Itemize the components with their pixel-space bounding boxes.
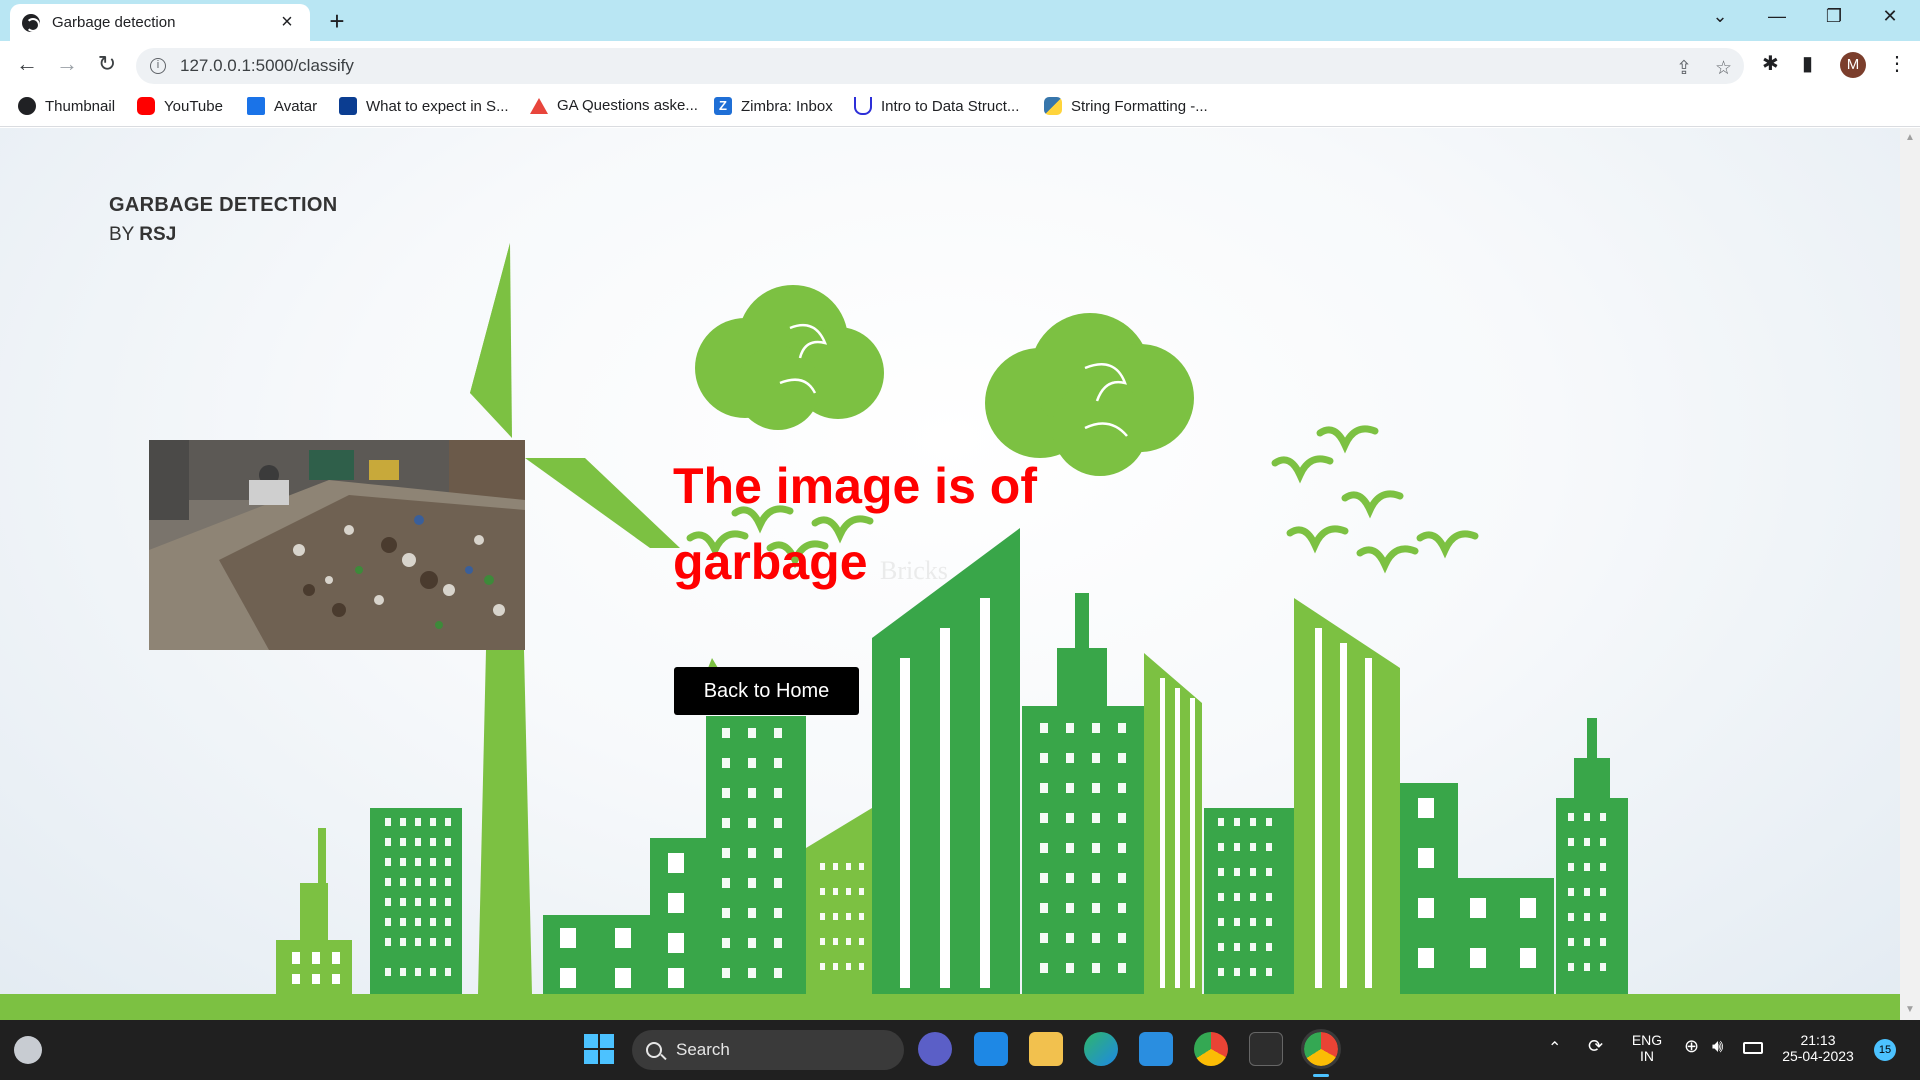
close-window-button[interactable]: ✕ xyxy=(1870,6,1910,27)
restore-button[interactable]: ❐ xyxy=(1814,6,1854,27)
bookmark-label: Thumbnail xyxy=(45,97,116,115)
watermark-text: Bricks xyxy=(880,556,948,585)
scroll-up-icon[interactable]: ▲ xyxy=(1905,132,1915,143)
page-content: GARBAGE DETECTION BY RSJ The image is of… xyxy=(0,128,1900,1020)
extensions-icon[interactable]: ✱ xyxy=(1762,51,1779,76)
vscode-icon[interactable] xyxy=(1139,1032,1173,1066)
globe-icon xyxy=(18,97,36,115)
site-info-icon[interactable]: i xyxy=(150,58,166,74)
brand-title: GARBAGE DETECTION xyxy=(109,194,338,216)
chrome-profile-icon[interactable] xyxy=(1301,1029,1341,1069)
share-icon[interactable]: ⇪ xyxy=(1676,57,1692,80)
os-taskbar: Search ⌃ ⟳ ENG IN ⊕ 🔊︎ 21:13 25-04-2023 xyxy=(0,1020,1920,1080)
bookmark-ga-questions[interactable]: GA Questions aske... xyxy=(530,97,698,114)
ground-strip xyxy=(0,994,1900,1020)
url-text: 127.0.0.1:5000/classify xyxy=(180,56,354,75)
terminal-icon[interactable] xyxy=(1249,1032,1283,1066)
file-explorer-icon[interactable] xyxy=(1029,1032,1063,1066)
weather-icon[interactable] xyxy=(14,1036,42,1064)
battery-icon[interactable] xyxy=(1743,1042,1763,1054)
back-arrow-icon[interactable]: ← xyxy=(12,51,42,79)
bookmark-label: String Formatting -... xyxy=(1071,97,1208,115)
teams-chat-icon[interactable] xyxy=(918,1032,952,1066)
volume-icon[interactable]: 🔊︎ xyxy=(1712,1036,1723,1057)
warning-triangle-icon xyxy=(530,97,548,114)
taskbar-search-label: Search xyxy=(676,1040,730,1059)
uploaded-garbage-photo xyxy=(149,440,525,650)
chrome-icon[interactable] xyxy=(1194,1032,1228,1066)
youtube-icon xyxy=(137,97,155,115)
avatar-site-icon xyxy=(247,97,265,115)
python-icon xyxy=(1044,97,1062,115)
active-app-indicator xyxy=(1313,1074,1329,1077)
clock-date: 25-04-2023 xyxy=(1782,1048,1854,1064)
brand-by: BY xyxy=(109,224,135,245)
side-panel-icon[interactable]: ▮ xyxy=(1802,51,1813,76)
close-tab-icon[interactable]: × xyxy=(276,11,298,34)
show-hidden-icons-icon[interactable]: ⌃ xyxy=(1548,1038,1561,1058)
network-icon[interactable]: ⊕ xyxy=(1684,1036,1699,1057)
globe-icon xyxy=(22,13,40,32)
brand-author: RSJ xyxy=(139,224,177,245)
browser-toolbar: ← → ↻ i 127.0.0.1:5000/classify ⇪ ☆ xyxy=(0,41,1920,89)
tab-strip: Garbage detection × + ⌄ — ❐ ✕ xyxy=(0,0,1920,41)
zimbra-icon: Z xyxy=(714,97,732,115)
bookmark-zimbra[interactable]: Z Zimbra: Inbox xyxy=(714,97,833,115)
lang-bottom: IN xyxy=(1640,1048,1654,1064)
brand-subtitle: BY RSJ xyxy=(109,224,176,246)
search-icon xyxy=(646,1042,662,1058)
bookmark-what-to-expect[interactable]: What to expect in S... xyxy=(339,97,509,115)
scroll-down-icon[interactable]: ▼ xyxy=(1905,1004,1915,1015)
bookmark-label: GA Questions aske... xyxy=(557,97,698,114)
bookmark-label: Zimbra: Inbox xyxy=(741,97,833,115)
forward-arrow-icon[interactable]: → xyxy=(52,51,82,79)
bookmark-label: YouTube xyxy=(164,97,223,115)
lang-top: ENG xyxy=(1631,1032,1663,1048)
bookmark-star-icon[interactable]: ☆ xyxy=(1715,57,1732,80)
bookmark-thumbnail[interactable]: Thumbnail xyxy=(18,97,115,115)
bookmarks-bar: Thumbnail YouTube Avatar What to expect … xyxy=(0,89,1920,127)
browser-tab[interactable]: Garbage detection × xyxy=(10,4,310,41)
sync-icon[interactable]: ⟳ xyxy=(1588,1036,1603,1057)
bookmark-intro-data-struct[interactable]: Intro to Data Struct... xyxy=(854,97,1019,115)
page-scrollbar[interactable]: ▲ ▼ xyxy=(1900,128,1920,1020)
tab-title: Garbage detection xyxy=(52,14,176,31)
bookmark-avatar[interactable]: Avatar xyxy=(247,97,317,115)
menu-kebab-icon[interactable]: ⋮ xyxy=(1887,51,1907,76)
cloud-left xyxy=(695,285,884,430)
address-bar[interactable]: i 127.0.0.1:5000/classify ⇪ ☆ xyxy=(136,48,1744,84)
windows-start-icon[interactable] xyxy=(584,1034,614,1064)
bookmark-youtube[interactable]: YouTube xyxy=(137,97,223,115)
language-indicator[interactable]: ENG IN xyxy=(1630,1032,1664,1064)
bookmark-label: Avatar xyxy=(274,97,318,115)
notification-badge[interactable]: 15 xyxy=(1874,1039,1896,1061)
clock[interactable]: 21:13 25-04-2023 xyxy=(1776,1032,1860,1064)
new-tab-button[interactable]: + xyxy=(322,6,352,37)
back-to-home-button[interactable]: Back to Home xyxy=(674,667,859,715)
minimize-button[interactable]: — xyxy=(1757,6,1797,27)
edge-browser-icon[interactable] xyxy=(1084,1032,1118,1066)
clock-time: 21:13 xyxy=(1800,1032,1836,1048)
udacity-icon xyxy=(854,97,872,115)
bookmark-label: Intro to Data Struct... xyxy=(881,97,1020,115)
tab-search-icon[interactable]: ⌄ xyxy=(1700,6,1740,27)
profile-avatar[interactable]: M xyxy=(1840,52,1866,78)
bookmark-label: What to expect in S... xyxy=(366,97,509,115)
bookmark-site-icon xyxy=(339,97,357,115)
mail-icon[interactable] xyxy=(974,1032,1008,1066)
taskbar-search[interactable]: Search xyxy=(632,1030,904,1070)
bookmark-string-formatting[interactable]: String Formatting -... xyxy=(1044,97,1208,115)
reload-icon[interactable]: ↻ xyxy=(92,51,122,79)
